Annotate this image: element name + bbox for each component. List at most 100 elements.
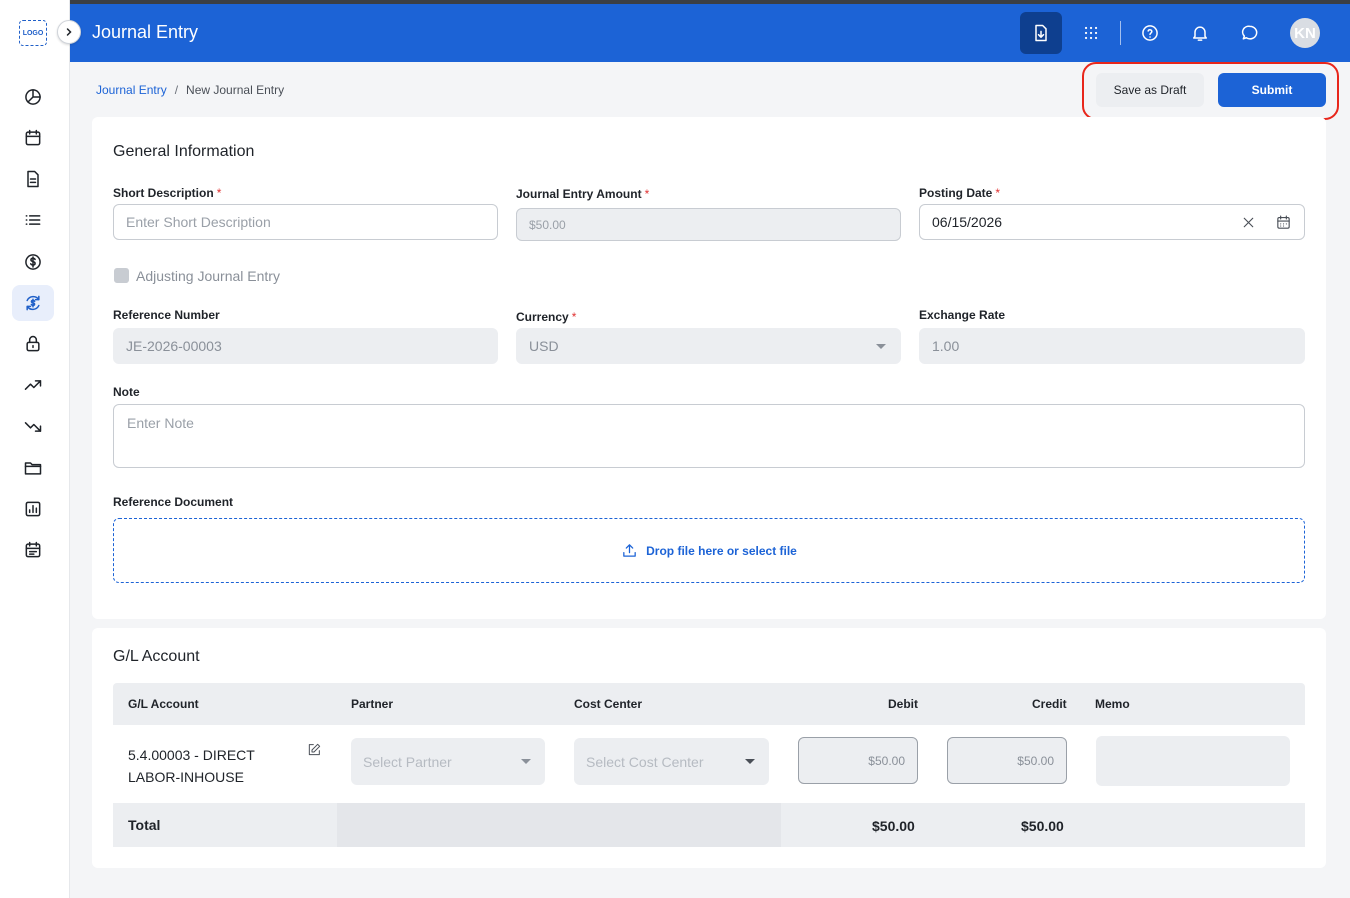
table-header: G/L Account Partner Cost Center Debit Cr…: [113, 683, 1305, 725]
sidebar-item-list[interactable]: [12, 202, 54, 238]
breadcrumb-parent-link[interactable]: Journal Entry: [96, 83, 167, 97]
credit-input[interactable]: $50.00: [947, 737, 1067, 784]
posting-date-value: 06/15/2026: [932, 214, 1003, 230]
note-label: Note: [113, 385, 140, 399]
header-divider: [1120, 21, 1121, 45]
note-textarea[interactable]: Enter Note: [113, 404, 1305, 468]
cost-center-select[interactable]: Select Cost Center: [574, 738, 769, 785]
sidebar: LOGO: [0, 0, 70, 898]
sidebar-item-billing[interactable]: [12, 244, 54, 280]
user-avatar[interactable]: KN: [1290, 18, 1320, 48]
credit-value: $50.00: [1017, 753, 1054, 768]
chevron-down-icon: [521, 759, 531, 764]
total-credit: $50.00: [1021, 818, 1064, 834]
trending-up-icon: [24, 380, 42, 390]
reference-number-value: JE-2026-00003: [126, 338, 222, 354]
sidebar-item-documents[interactable]: [12, 161, 54, 197]
save-as-draft-button[interactable]: Save as Draft: [1096, 73, 1204, 107]
sidebar-item-expense[interactable]: [12, 409, 54, 445]
apps-menu-button[interactable]: [1070, 12, 1112, 54]
short-description-placeholder: Enter Short Description: [126, 214, 271, 230]
sidebar-item-security[interactable]: [12, 326, 54, 362]
gl-account-line-1: 5.4.00003 - DIRECT: [128, 747, 255, 763]
file-dropzone[interactable]: Drop file here or select file: [113, 518, 1305, 583]
edit-account-button[interactable]: [306, 742, 322, 758]
chevron-down-icon: [876, 344, 886, 349]
list-icon: [25, 215, 41, 225]
column-header-cost-center: Cost Center: [574, 697, 643, 711]
bell-icon: [1193, 26, 1207, 41]
journal-entry-amount-value: $50.00: [529, 217, 566, 232]
short-description-input[interactable]: Enter Short Description: [113, 204, 498, 240]
download-doc-icon: [1035, 24, 1047, 42]
expand-sidebar-button[interactable]: [57, 20, 81, 44]
posting-date-label: Posting Date *: [919, 186, 1001, 200]
sidebar-item-reports[interactable]: [12, 491, 54, 527]
chat-button[interactable]: [1229, 12, 1271, 54]
sidebar-item-calendar[interactable]: [12, 120, 54, 156]
page-title: Journal Entry: [92, 22, 199, 42]
cost-center-placeholder: Select Cost Center: [586, 753, 704, 770]
journal-entry-amount-label: Journal Entry Amount *: [516, 187, 650, 201]
chevron-down-icon: [745, 759, 755, 764]
partner-select[interactable]: Select Partner: [351, 738, 545, 785]
top-header: Journal Entry KN: [70, 4, 1350, 62]
dropzone-text: Drop file here or select file: [646, 543, 797, 558]
sidebar-item-journal[interactable]: [12, 285, 54, 321]
reference-number-field: JE-2026-00003: [113, 328, 498, 364]
lock-icon: [26, 335, 40, 352]
edit-icon: [308, 743, 321, 756]
exchange-rate-field: 1.00: [919, 328, 1305, 364]
posting-date-input[interactable]: 06/15/2026: [919, 204, 1305, 240]
currency-value: USD: [529, 338, 559, 354]
column-header-credit: Credit: [1032, 697, 1067, 711]
sidebar-item-income[interactable]: [12, 367, 54, 403]
sidebar-item-schedule[interactable]: [12, 532, 54, 568]
reference-number-label: Reference Number: [113, 308, 220, 322]
report-icon: [25, 501, 41, 517]
notifications-button[interactable]: [1179, 12, 1221, 54]
schedule-icon: [25, 541, 41, 558]
help-icon: [1142, 25, 1158, 41]
total-row-spacer: [337, 803, 781, 847]
document-icon: [27, 170, 39, 188]
chat-icon: [1241, 25, 1258, 40]
help-button[interactable]: [1129, 12, 1171, 54]
upload-icon: [623, 544, 636, 557]
short-description-label: Short Description *: [113, 186, 222, 200]
download-document-button[interactable]: [1020, 12, 1062, 54]
general-information-card: General Information Short Description * E…: [92, 117, 1326, 619]
submit-button[interactable]: Submit: [1218, 73, 1326, 107]
column-header-gl-account: G/L Account: [128, 697, 199, 711]
journal-entry-amount-field: $50.00: [516, 208, 901, 241]
breadcrumb: Journal Entry / New Journal Entry: [96, 83, 284, 97]
clear-date-icon[interactable]: [1240, 214, 1257, 231]
column-header-partner: Partner: [351, 697, 394, 711]
pie-chart-icon: [25, 89, 41, 105]
currency-select[interactable]: USD: [516, 328, 901, 364]
adjusting-entry-checkbox[interactable]: [114, 268, 129, 283]
adjusting-entry-label: Adjusting Journal Entry: [136, 268, 280, 284]
exchange-rate-value: 1.00: [932, 338, 960, 354]
dollar-icon: [25, 254, 41, 270]
reference-document-label: Reference Document: [113, 495, 234, 509]
sidebar-item-files[interactable]: [12, 450, 54, 486]
gl-account-cell: 5.4.00003 - DIRECT LABOR-INHOUSE: [128, 744, 255, 788]
currency-label: Currency *: [516, 310, 577, 324]
memo-input[interactable]: [1096, 736, 1290, 786]
total-label: Total: [128, 817, 161, 833]
section-title-gl: G/L Account: [113, 648, 200, 665]
total-row: Total $50.00 $50.00: [113, 803, 1305, 847]
debit-input[interactable]: $50.00: [798, 737, 918, 784]
calendar-picker-icon[interactable]: [1275, 214, 1292, 231]
column-header-debit: Debit: [888, 697, 918, 711]
section-title-general: General Information: [113, 143, 255, 160]
debit-value: $50.00: [868, 753, 905, 768]
note-placeholder: Enter Note: [127, 415, 194, 431]
folder-icon: [24, 462, 42, 475]
sidebar-item-dashboard[interactable]: [12, 79, 54, 115]
breadcrumb-current: New Journal Entry: [186, 83, 285, 97]
app-logo: LOGO: [19, 20, 47, 46]
total-debit: $50.00: [872, 818, 915, 834]
exchange-icon: [26, 295, 40, 311]
